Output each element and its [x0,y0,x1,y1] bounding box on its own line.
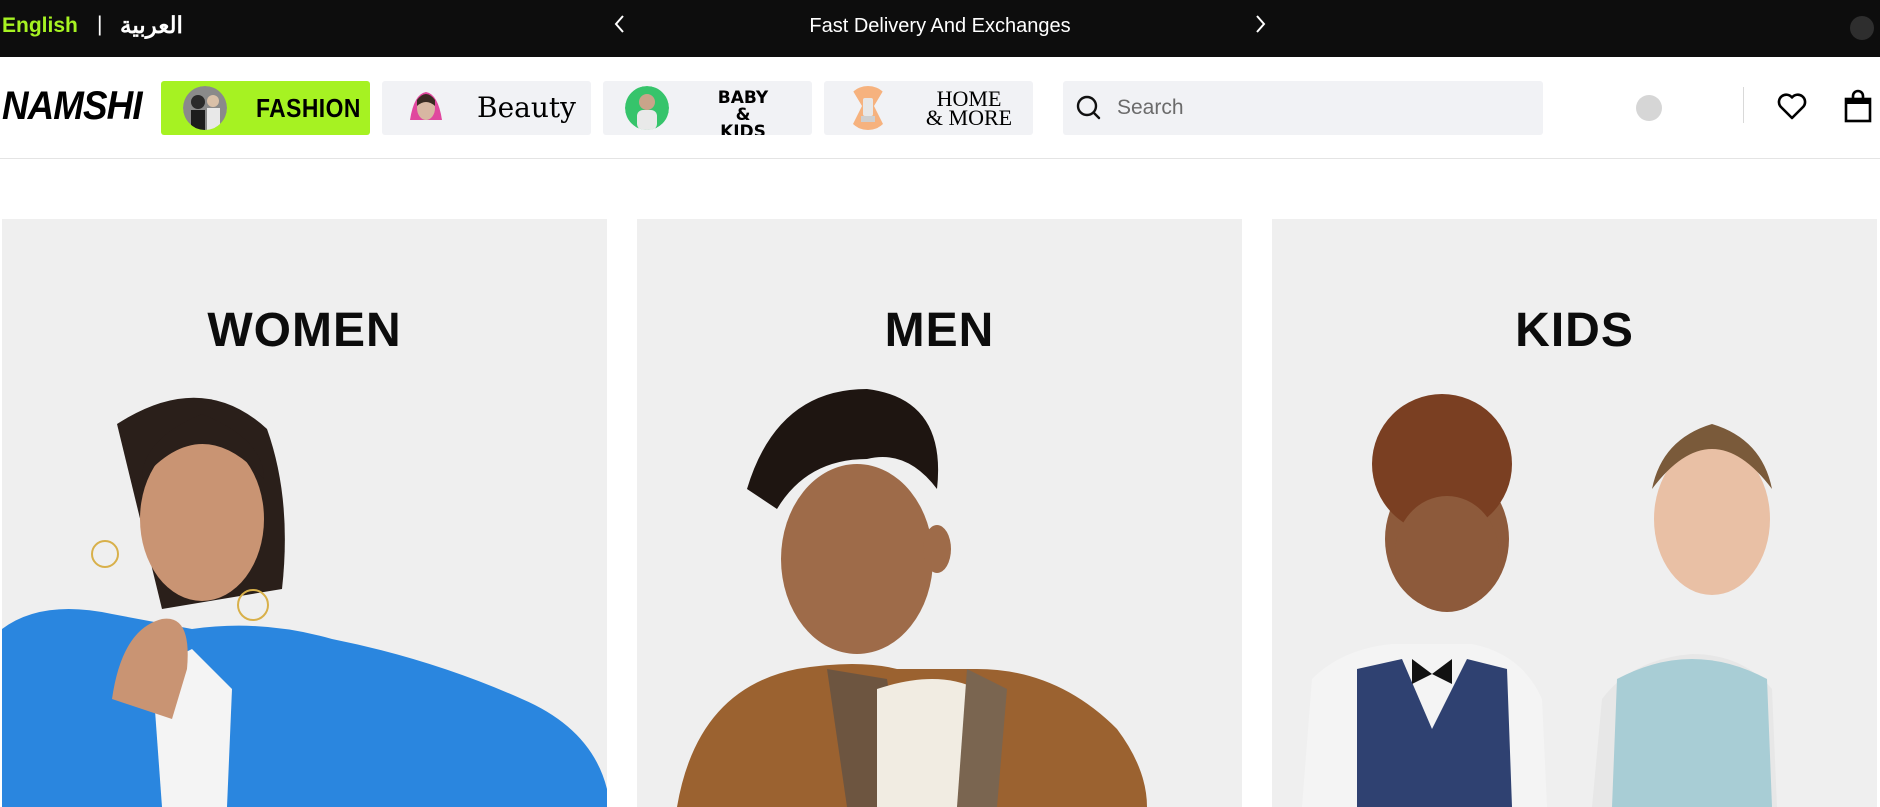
chevron-right-icon[interactable] [1250,12,1270,36]
baby-kids-thumbnail-icon [625,86,669,130]
tab-home-more[interactable]: HOME & MORE [824,81,1033,135]
kids-model-image [1302,394,1777,807]
namshi-logo[interactable]: NAMSHI [2,84,143,129]
tab-home-more-line2: & MORE [925,105,1013,130]
tab-home-more-label: HOME & MORE [924,88,1014,130]
tab-fashion-label: FASHION [256,93,361,123]
heart-icon[interactable] [1776,90,1808,122]
search-input[interactable] [1117,81,1517,135]
card-men[interactable]: MEN [637,219,1242,807]
women-model-image [2,397,607,807]
shopping-bag-icon[interactable] [1843,89,1873,123]
tab-baby-kids-line2: & KIDS [720,105,766,136]
language-arabic-link[interactable]: العربية [120,12,183,39]
tab-beauty-label: Beauty [477,91,576,124]
search-icon [1076,95,1101,120]
main-header: NAMSHI FASHION Beauty BABY & KIDS HOME &… [0,57,1880,159]
card-kids[interactable]: KIDS [1272,219,1877,807]
fashion-thumbnail-icon [183,86,227,130]
language-english-link[interactable]: English [2,14,78,38]
account-avatar[interactable] [1636,95,1662,121]
chevron-left-icon[interactable] [610,12,630,36]
top-indicator-dot [1850,16,1874,40]
men-model-image [677,389,1147,807]
promo-message: Fast Delivery And Exchanges [809,15,1071,37]
card-kids-title: KIDS [1515,304,1634,357]
top-announcement-bar: English | العربية Fast Delivery And Exch… [0,0,1880,57]
header-divider [1743,87,1744,123]
tab-fashion[interactable]: FASHION [161,81,370,135]
card-women[interactable]: WOMEN [2,219,607,807]
card-men-title: MEN [884,304,995,357]
card-women-title: WOMEN [207,304,402,357]
language-separator: | [97,13,103,36]
tab-baby-kids[interactable]: BABY & KIDS [603,81,812,135]
tab-beauty[interactable]: Beauty [382,81,591,135]
tab-baby-kids-label: BABY & KIDS [713,90,773,136]
beauty-thumbnail-icon [404,86,448,130]
home-more-thumbnail-icon [848,86,888,130]
search-bar[interactable] [1063,81,1543,135]
